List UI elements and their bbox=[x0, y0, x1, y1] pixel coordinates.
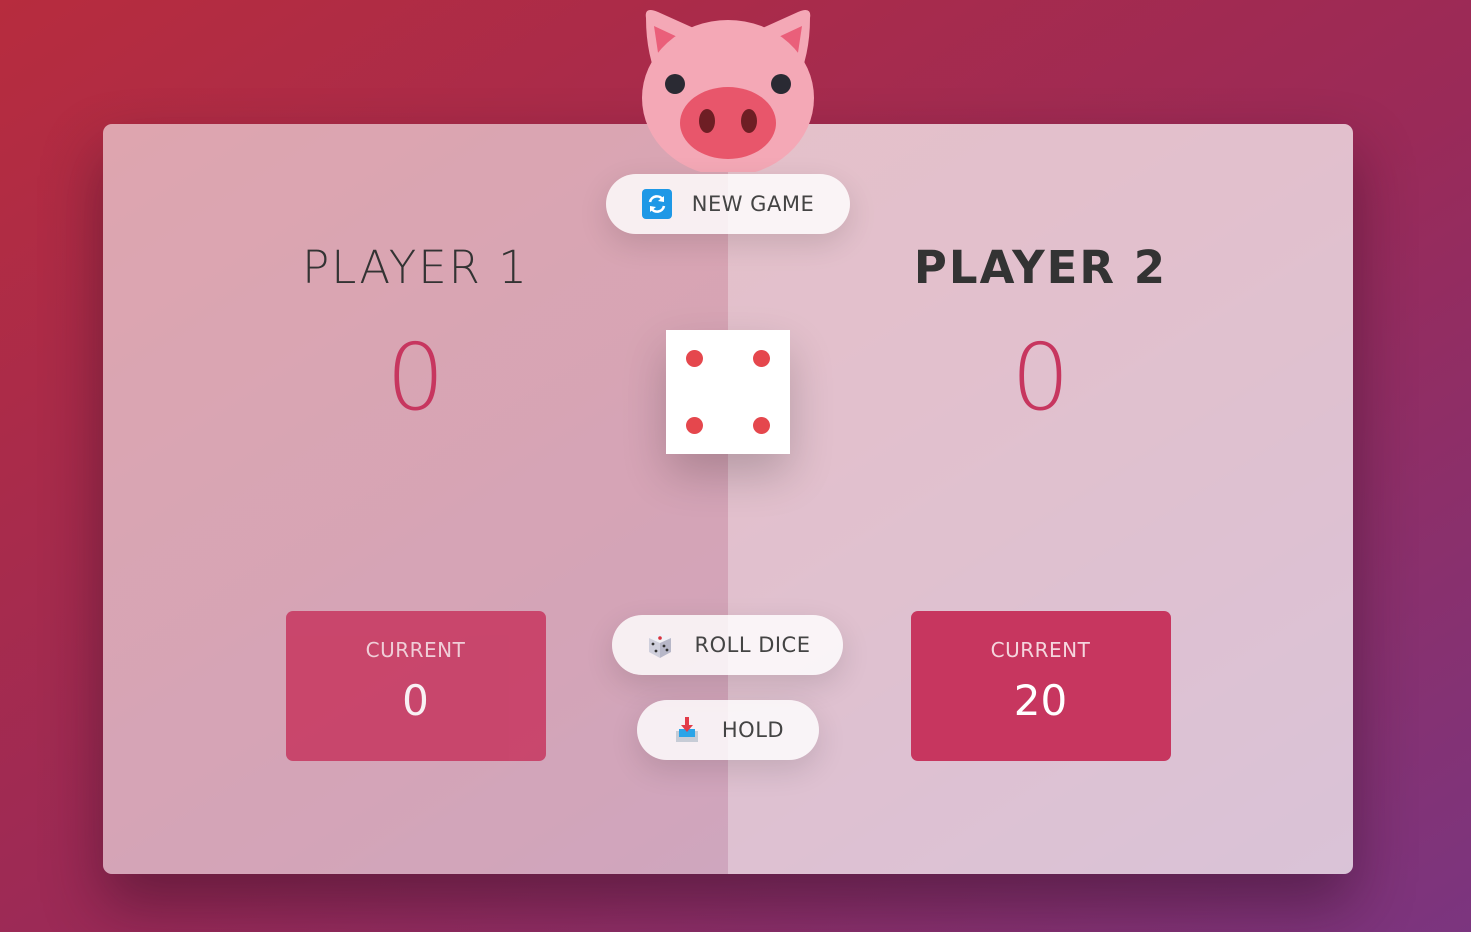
player-2-panel: PLAYER 2 0 CURRENT 20 bbox=[728, 124, 1353, 874]
pig-face-icon bbox=[642, 10, 814, 172]
dice-pip bbox=[686, 417, 703, 434]
player-2-score: 0 bbox=[1011, 324, 1070, 431]
new-game-label: NEW GAME bbox=[691, 192, 815, 216]
player-1-current-score: 0 bbox=[402, 676, 429, 725]
dice bbox=[666, 330, 790, 454]
player-1-panel: PLAYER 1 0 CURRENT 0 bbox=[103, 124, 728, 874]
hold-button[interactable]: HOLD bbox=[637, 700, 819, 760]
inbox-tray-icon bbox=[675, 717, 698, 742]
player-2-name: PLAYER 2 bbox=[913, 241, 1168, 294]
player-2-current-score: 20 bbox=[1013, 676, 1068, 725]
roll-dice-button[interactable]: ROLL DICE bbox=[612, 615, 843, 675]
dice-pip bbox=[753, 350, 770, 367]
player-2-current-label: CURRENT bbox=[990, 638, 1091, 662]
new-game-button[interactable]: NEW GAME bbox=[606, 174, 850, 234]
refresh-icon bbox=[641, 189, 672, 219]
player-1-current-box: CURRENT 0 bbox=[285, 611, 546, 761]
roll-dice-label: ROLL DICE bbox=[694, 633, 811, 657]
dice-pip bbox=[753, 417, 770, 434]
dice-pip bbox=[686, 350, 703, 367]
player-1-current-label: CURRENT bbox=[365, 638, 466, 662]
player-2-current-box: CURRENT 20 bbox=[910, 611, 1171, 761]
hold-label: HOLD bbox=[721, 718, 785, 742]
dice-icon bbox=[648, 633, 671, 658]
player-1-score: 0 bbox=[386, 324, 445, 431]
game-board: PLAYER 1 0 CURRENT 0 PLAYER 2 0 CURRENT … bbox=[103, 124, 1353, 874]
player-1-name: PLAYER 1 bbox=[302, 241, 529, 294]
